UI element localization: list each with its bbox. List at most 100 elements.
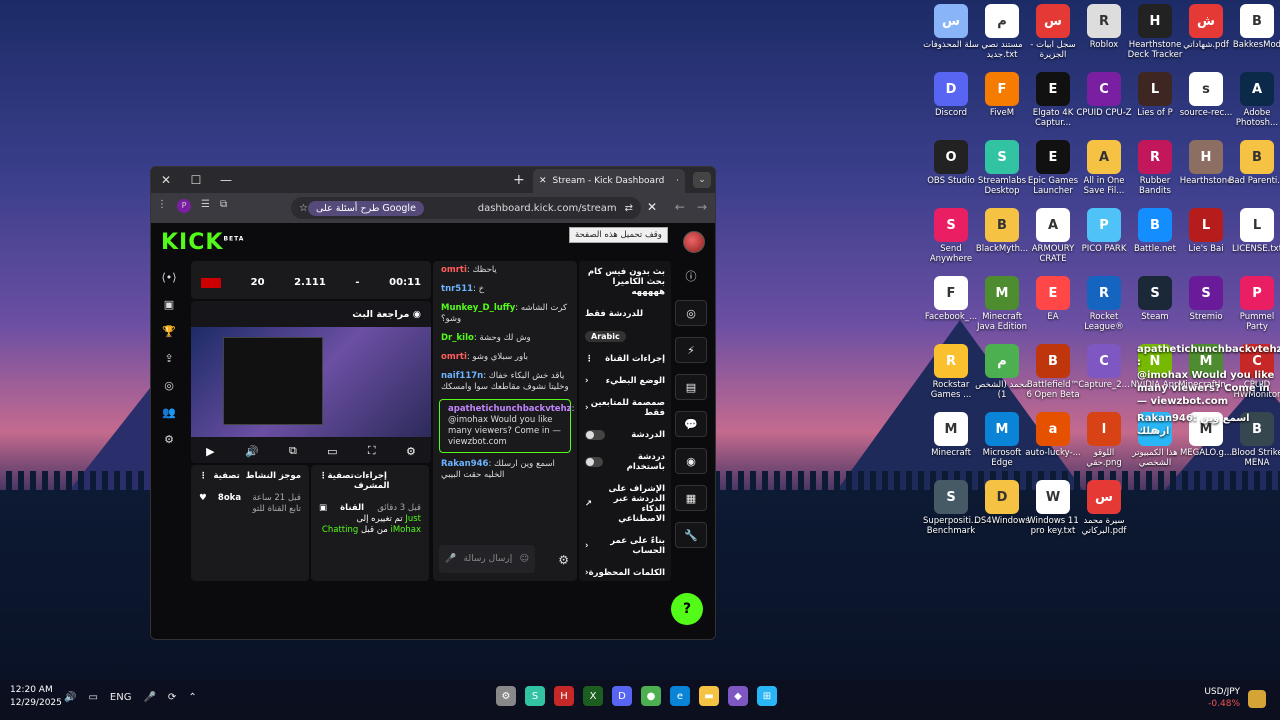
trophy-icon[interactable]: 🏆: [159, 325, 179, 352]
settings-icon[interactable]: ⚙: [159, 433, 179, 460]
hwmonitor-icon[interactable]: H: [554, 686, 574, 706]
copilot-icon[interactable]: ◆: [728, 686, 748, 706]
chat-username[interactable]: Munkey_D_luffy: [441, 303, 515, 313]
desktop-icon[interactable]: L Lie's Bai: [1177, 208, 1235, 254]
close-tab-icon[interactable]: ✕: [539, 176, 547, 186]
desktop-icon[interactable]: R Rocket League®: [1075, 276, 1133, 332]
desktop-icon[interactable]: R Rubber Bandits: [1126, 140, 1184, 196]
edge-icon[interactable]: e: [670, 686, 690, 706]
start-icon[interactable]: ⊞: [757, 686, 777, 706]
lightning-icon[interactable]: ⚡: [675, 337, 707, 363]
banned-words-row[interactable]: › الكلمات المحظورة: [579, 562, 671, 581]
layout-icon[interactable]: ▦: [675, 485, 707, 511]
desktop-icon[interactable]: W Windows 11 pro key.txt: [1024, 480, 1082, 536]
account-age-row[interactable]: › بناءً على عمر الحساب: [579, 530, 671, 562]
play-icon[interactable]: ▶: [206, 445, 214, 458]
desktop-icon[interactable]: A Adobe Photosh...: [1228, 72, 1280, 128]
pip-icon[interactable]: ⧉: [289, 444, 297, 458]
desktop-icon[interactable]: A ARMOURY CRATE: [1024, 208, 1082, 264]
site-settings-icon[interactable]: ⇄: [625, 203, 633, 214]
language-indicator[interactable]: ENG: [110, 692, 132, 703]
kick-logo[interactable]: KICKBETA: [161, 230, 244, 255]
chat-settings-icon[interactable]: ⚙: [558, 553, 569, 567]
desktop-icon[interactable]: E EA: [1024, 276, 1082, 322]
chat-username[interactable]: tnr511: [441, 284, 473, 294]
desktop-icon[interactable]: C Capture_2...: [1075, 344, 1133, 390]
desktop-icon[interactable]: م مستند نصي جديد.txt: [973, 4, 1031, 60]
emoji-icon[interactable]: ☺: [520, 554, 529, 564]
discord-icon[interactable]: D: [612, 686, 632, 706]
minimize-button[interactable]: —: [211, 167, 241, 193]
activity-filter[interactable]: تصفية: [213, 471, 239, 481]
ai-moderation-row[interactable]: ↗ الإشراف على الدردشة عبر الذكاء الاصطناع…: [579, 478, 671, 530]
chat-toggle[interactable]: [585, 430, 605, 440]
desktop-icon[interactable]: H Hearthstone Deck Tracker: [1126, 4, 1184, 60]
desktop-icon[interactable]: س سلة المحذوفات: [922, 4, 980, 50]
users-icon[interactable]: 👥: [159, 406, 179, 433]
activity-menu-icon[interactable]: ⋮: [199, 471, 208, 481]
menu-icon[interactable]: ⋮: [157, 199, 167, 213]
desktop-icon[interactable]: B BakkesMod: [1228, 4, 1280, 50]
desktop-icon[interactable]: H Hearthstone: [1177, 140, 1235, 186]
info-icon[interactable]: ⓘ: [675, 263, 707, 289]
desktop-icon[interactable]: M Minecraft Java Edition: [973, 276, 1031, 332]
mic-icon[interactable]: 🎤: [445, 554, 456, 564]
desktop-icon[interactable]: R Roblox: [1075, 4, 1133, 50]
chat-message[interactable]: naif117n: ياقد خش البكاء خفاك وخليتا نشو…: [433, 367, 577, 397]
desktop-icon[interactable]: M Minecraft: [922, 412, 980, 458]
omnibox[interactable]: ☆ طرح أسئلة على Google dashboard.kick.co…: [291, 197, 641, 219]
display-icon[interactable]: ▭: [88, 692, 97, 703]
desktop-icon[interactable]: D Discord: [922, 72, 980, 118]
desktop-icon[interactable]: s source-rec...: [1177, 72, 1235, 118]
desktop-icon[interactable]: E Elgato 4K Captur...: [1024, 72, 1082, 128]
highlighted-chat-message[interactable]: apathetichunchbackvtehz: @imohax Would y…: [439, 399, 574, 453]
fullscreen-icon[interactable]: ⛶: [368, 444, 376, 458]
desktop-icon[interactable]: S Steam: [1126, 276, 1184, 322]
desktop-icon[interactable]: S Send Anywhere: [922, 208, 980, 264]
desktop-icon[interactable]: B Battle.net: [1126, 208, 1184, 254]
desktop-icon[interactable]: م محمد (الشخص 1): [973, 344, 1031, 400]
desktop-icon[interactable]: F FiveM: [973, 72, 1031, 118]
volume-icon[interactable]: 🔊: [245, 445, 259, 458]
desktop-icon[interactable]: P Pummel Party: [1228, 276, 1280, 332]
volume-icon[interactable]: 🔊: [64, 692, 76, 703]
camera-icon[interactable]: ◎: [159, 379, 179, 406]
close-window-button[interactable]: ✕: [151, 167, 181, 193]
chat-icon[interactable]: 💬: [675, 411, 707, 437]
camera-icon[interactable]: ◎: [675, 300, 707, 326]
desktop-icon[interactable]: س سيرة محمد البركاتي.pdf: [1075, 480, 1133, 536]
chat-message[interactable]: Rakan946: اسمع وين ارسلك الخليه حقت البي…: [433, 455, 577, 485]
desktop-icon[interactable]: L LICENSE.txt: [1228, 208, 1280, 254]
slow-mode-row[interactable]: › الوضع البطيء: [579, 370, 671, 392]
help-button[interactable]: ?: [671, 593, 703, 625]
chat-username[interactable]: naif117n: [441, 371, 483, 381]
desktop-icon[interactable]: L Lies of P: [1126, 72, 1184, 118]
broadcast-icon[interactable]: ◉: [675, 448, 707, 474]
file-explorer-icon[interactable]: ▬: [699, 686, 719, 706]
stop-loading-icon[interactable]: ✕: [647, 200, 657, 214]
desktop-icon[interactable]: O OBS Studio: [922, 140, 980, 186]
show-hidden-icons[interactable]: ⌃: [188, 692, 196, 703]
sync-icon[interactable]: ⟳: [168, 692, 176, 703]
chat-message[interactable]: tnr511: خ: [433, 280, 577, 299]
settings-icon[interactable]: ⚙: [496, 686, 516, 706]
weather-icon[interactable]: [1248, 690, 1266, 708]
tab-list-button[interactable]: ⌄: [693, 172, 711, 188]
currency-widget[interactable]: USD/JPY -0.48%: [1204, 686, 1240, 710]
desktop-icon[interactable]: ا اللوقو حقي.png: [1075, 412, 1133, 468]
avatar[interactable]: [683, 231, 705, 253]
bookmark-star-icon[interactable]: ☆: [299, 203, 308, 214]
desktop-icon[interactable]: A All in One Save Fil...: [1075, 140, 1133, 196]
desktop-icon[interactable]: S Streamlabs Desktop: [973, 140, 1031, 196]
chat-username[interactable]: Dr_kilo: [441, 333, 474, 343]
desktop-icon[interactable]: M Microsoft Edge: [973, 412, 1031, 468]
chat-toggle-row[interactable]: الدردشة: [579, 424, 671, 446]
profile-icon[interactable]: P: [177, 199, 191, 213]
dashboard-icon[interactable]: ▣: [159, 298, 179, 325]
mod-filter[interactable]: تصفية: [328, 471, 354, 491]
forward-icon[interactable]: →: [697, 200, 707, 214]
stream-preview-image[interactable]: [191, 327, 431, 437]
expand-icon[interactable]: ⟨•⟩: [159, 271, 179, 298]
browser-tab[interactable]: ✕ Stream - Kick Dashboard ·: [533, 169, 685, 193]
desktop-icon[interactable]: S Stremio: [1177, 276, 1235, 322]
